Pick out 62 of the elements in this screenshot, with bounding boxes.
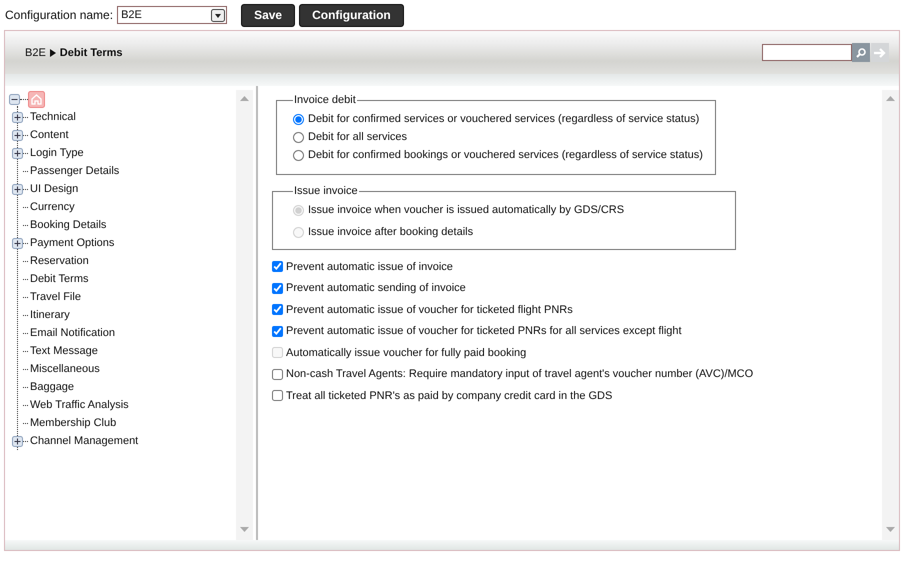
- arrow-icon: [873, 46, 887, 58]
- tree-item[interactable]: Travel File: [30, 291, 81, 303]
- tree-item[interactable]: Login Type: [30, 147, 84, 159]
- tree-item[interactable]: Payment Options: [30, 237, 114, 249]
- tree-item[interactable]: Technical: [30, 111, 76, 123]
- tree-item[interactable]: Itinerary: [30, 309, 70, 321]
- save-button[interactable]: Save: [241, 4, 296, 26]
- checkbox[interactable]: [272, 326, 283, 337]
- dropdown-icon: [211, 8, 226, 22]
- radio-label: Debit for confirmed bookings or vouchered services (regardless of service status): [308, 149, 703, 161]
- checkbox[interactable]: [272, 390, 283, 402]
- radio-button[interactable]: [293, 114, 304, 124]
- group-title: Issue invoice: [293, 185, 359, 197]
- radio-button[interactable]: [293, 150, 304, 160]
- tree-item[interactable]: Baggage: [30, 381, 74, 393]
- tree-item[interactable]: Miscellaneous: [30, 363, 100, 375]
- search-icon: [855, 46, 867, 58]
- configuration-select[interactable]: B2E: [117, 6, 228, 24]
- checkbox-label: Prevent automatic issue of voucher for ticketed PNRs for all services except flight: [286, 325, 682, 338]
- checkbox[interactable]: [272, 304, 283, 316]
- checkbox-label: Treat all ticketed PNR's as paid by company credit card in the GDS: [286, 390, 612, 402]
- checkbox[interactable]: [272, 282, 283, 294]
- tree-item[interactable]: Channel Management: [30, 435, 138, 447]
- radio-label: Debit for all services: [308, 131, 408, 143]
- collapse-icon[interactable]: [9, 94, 20, 104]
- tree-item[interactable]: Currency: [30, 201, 75, 213]
- tree-item[interactable]: Text Message: [30, 345, 98, 357]
- search-field[interactable]: [762, 44, 852, 61]
- group-title: Invoice debit: [293, 94, 357, 106]
- radio-label: Issue invoice when voucher is issued automatically by GDS/CRS: [308, 204, 624, 216]
- checkbox-label: Prevent automatic issue of invoice: [286, 260, 453, 273]
- checkbox-label: Non-cash Travel Agents: Require mandatory input of travel agent's voucher number (AVC)/MCO: [286, 368, 754, 380]
- checkbox-label: Prevent automatic sending of invoice: [286, 282, 466, 294]
- tree-item[interactable]: Reservation: [30, 255, 89, 267]
- config-label: Configuration name:: [5, 8, 114, 22]
- radio-label: Issue invoice after booking details: [308, 226, 474, 238]
- expand-icon[interactable]: [12, 112, 23, 122]
- expand-icon[interactable]: [12, 148, 23, 158]
- tree-item[interactable]: Email Notification: [30, 327, 115, 339]
- tree-item[interactable]: Membership Club: [30, 417, 116, 429]
- tree-item[interactable]: UI Design: [30, 183, 78, 195]
- checkbox-label: Automatically issue voucher for fully paid booking: [286, 346, 526, 359]
- radio-label: Debit for confirmed services or vouchered services (regardless of service status): [308, 113, 700, 125]
- home-icon[interactable]: [28, 90, 45, 108]
- separator-icon: [50, 48, 56, 56]
- expand-icon[interactable]: [12, 184, 23, 194]
- expand-icon[interactable]: [12, 238, 23, 248]
- expand-icon[interactable]: [12, 436, 23, 446]
- tree-item[interactable]: Content: [30, 129, 69, 141]
- breadcrumb-current: Debit Terms: [60, 46, 123, 58]
- radio-button[interactable]: [293, 132, 304, 142]
- tree-item[interactable]: Passenger Details: [30, 165, 120, 177]
- configuration-button[interactable]: Configuration: [299, 4, 404, 26]
- checkbox[interactable]: [272, 261, 283, 272]
- breadcrumb-root[interactable]: B2E: [25, 46, 46, 58]
- checkbox[interactable]: [272, 368, 283, 380]
- tree-item[interactable]: Web Traffic Analysis: [30, 399, 129, 411]
- search-button[interactable]: [852, 43, 870, 62]
- tree-item[interactable]: Debit Terms: [30, 273, 88, 285]
- tree-item[interactable]: Booking Details: [30, 219, 106, 231]
- checkbox-label: Prevent automatic issue of voucher for ticketed flight PNRs: [286, 304, 573, 316]
- expand-icon[interactable]: [12, 130, 23, 140]
